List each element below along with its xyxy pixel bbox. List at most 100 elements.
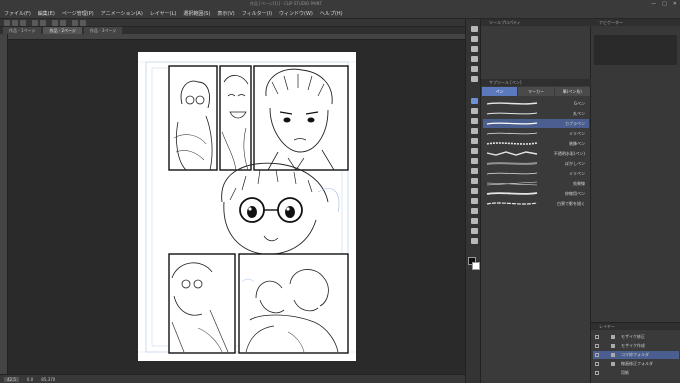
brush-item[interactable]: ミリペン xyxy=(483,129,589,138)
visibility-icon[interactable] xyxy=(595,353,599,357)
brush-name: Gペン xyxy=(573,101,585,106)
fill-tool-icon[interactable] xyxy=(469,167,479,175)
brush-item[interactable]: 枠線用ペン xyxy=(483,189,589,198)
invert-selection-icon[interactable] xyxy=(80,20,86,26)
menu-view[interactable]: 表示(V) xyxy=(217,10,234,17)
gradient-tool-icon[interactable] xyxy=(469,177,479,185)
layer-panel: レイヤー モザイク修正 モザイク作成 コマ枠フォルダ 線画修正フォルダ 用紙 xyxy=(591,322,680,383)
hand-tool-icon[interactable] xyxy=(469,35,479,43)
brush-name: ミリペン xyxy=(569,131,585,136)
redo-icon[interactable] xyxy=(40,20,46,26)
airbrush-tool-icon[interactable] xyxy=(469,127,479,135)
navigator-preview[interactable] xyxy=(594,35,677,65)
visibility-icon[interactable] xyxy=(595,344,599,348)
folder-icon xyxy=(611,353,615,357)
brush-item[interactable]: Gペン xyxy=(483,99,589,108)
brush-stroke-preview xyxy=(486,181,538,186)
blend-tool-icon[interactable] xyxy=(469,157,479,165)
eraser-tool-icon[interactable] xyxy=(469,147,479,155)
visibility-icon[interactable] xyxy=(595,371,599,375)
auto-select-tool-icon[interactable] xyxy=(469,65,479,73)
folder-icon xyxy=(611,362,615,366)
title-bar: 作品 [ページ(1)] - CLIP STUDIO PAINT — □ ✕ xyxy=(0,0,680,8)
property-header: ツールプロパティ xyxy=(481,19,591,26)
tab-page-1[interactable]: 作品 - 1ページ xyxy=(3,27,42,34)
decoration-tool-icon[interactable] xyxy=(469,137,479,145)
new-file-icon[interactable] xyxy=(4,20,10,26)
clear-icon[interactable] xyxy=(52,20,58,26)
cursor-coords: 85,370 xyxy=(41,376,56,382)
transform-icon[interactable] xyxy=(60,20,66,26)
sub-color[interactable] xyxy=(472,262,480,270)
maximize-button[interactable]: □ xyxy=(662,1,667,7)
brush-tool-icon[interactable] xyxy=(469,117,479,125)
brush-stroke-preview xyxy=(486,112,538,115)
brush-name: ミリペン xyxy=(569,171,585,176)
menu-filter[interactable]: フィルター(I) xyxy=(242,10,272,17)
brush-item[interactable]: ミリペン xyxy=(483,169,589,178)
manga-page[interactable] xyxy=(138,52,356,361)
tab-brush-pen[interactable]: 筆(ペン系) xyxy=(554,87,590,96)
figure-tool-icon[interactable] xyxy=(469,187,479,195)
minimize-button[interactable]: — xyxy=(651,1,656,7)
brush-item[interactable]: ぼかしペン xyxy=(483,159,589,168)
ruler-left xyxy=(0,34,8,374)
menu-page[interactable]: ページ管理(P) xyxy=(62,10,94,17)
undo-icon[interactable] xyxy=(32,20,38,26)
balloon-tool-icon[interactable] xyxy=(469,217,479,225)
object-tool-icon[interactable] xyxy=(469,45,479,53)
frame-tool-icon[interactable] xyxy=(469,197,479,205)
layer-row[interactable]: 線画修正フォルダ xyxy=(593,360,679,368)
layer-row[interactable]: モザイク修正 xyxy=(593,333,679,341)
pen-tool-icon[interactable] xyxy=(469,97,479,105)
zoom-tool-icon[interactable] xyxy=(469,25,479,33)
menu-edit[interactable]: 編集(E) xyxy=(38,10,55,17)
tab-page-2[interactable]: 作品 - 2ページ xyxy=(43,27,82,34)
menu-layer[interactable]: レイヤー(L) xyxy=(150,10,177,17)
menu-selection[interactable]: 選択範囲(S) xyxy=(183,10,210,17)
menu-window[interactable]: ウィンドウ(W) xyxy=(279,10,313,17)
layer-row[interactable]: コマ枠フォルダ xyxy=(593,351,679,359)
pencil-tool-icon[interactable] xyxy=(469,107,479,115)
brush-item[interactable]: 効果線 xyxy=(483,179,589,188)
tab-page-3[interactable]: 作品 - 3ページ xyxy=(83,27,123,34)
brush-stroke-preview xyxy=(486,192,538,195)
brush-stroke-preview xyxy=(486,151,538,156)
brush-name: ぼかしペン xyxy=(565,161,585,166)
ruler-tool-icon[interactable] xyxy=(469,237,479,245)
layer-row[interactable]: 用紙 xyxy=(593,369,679,377)
menu-animation[interactable]: アニメーション(A) xyxy=(101,10,143,17)
brush-item[interactable]: 丸ペン xyxy=(483,109,589,118)
brush-item[interactable]: カブラペン xyxy=(483,119,589,128)
deselect-icon[interactable] xyxy=(72,20,78,26)
text-tool-icon[interactable] xyxy=(469,207,479,215)
layer-row[interactable]: モザイク作成 xyxy=(593,342,679,350)
brush-stroke-preview xyxy=(486,172,538,175)
subtool-tabs: ペン マーカー 筆(ペン系) xyxy=(482,87,590,96)
close-button[interactable]: ✕ xyxy=(673,1,677,7)
tab-pen[interactable]: ペン xyxy=(482,87,518,96)
save-icon[interactable] xyxy=(20,20,26,26)
visibility-icon[interactable] xyxy=(595,335,599,339)
menu-file[interactable]: ファイル(F) xyxy=(4,10,31,17)
layer-name: モザイク作成 xyxy=(621,343,645,348)
brush-item[interactable]: 不透明水彩(ペン) xyxy=(483,149,589,158)
zoom-value[interactable]: 42.5 xyxy=(4,376,19,382)
brush-name: カブラペン xyxy=(565,121,585,126)
color-swatch[interactable] xyxy=(468,257,480,271)
layer-name: 線画修正フォルダ xyxy=(621,361,653,366)
brush-stroke-preview xyxy=(486,122,538,125)
selection-tool-icon[interactable] xyxy=(469,55,479,63)
tab-marker[interactable]: マーカー xyxy=(518,87,554,96)
folder-icon xyxy=(611,335,615,339)
open-icon[interactable] xyxy=(12,20,18,26)
menu-help[interactable]: ヘルプ(H) xyxy=(320,10,343,17)
correct-line-tool-icon[interactable] xyxy=(469,227,479,235)
brush-item[interactable]: 装飾ペン xyxy=(483,139,589,148)
brush-item[interactable]: 白黒で影を描く xyxy=(483,199,589,208)
brush-stroke-preview xyxy=(486,162,538,165)
rotation-value[interactable]: 0.0 xyxy=(27,377,33,382)
tool-palette xyxy=(465,19,481,383)
visibility-icon[interactable] xyxy=(595,362,599,366)
eyedropper-tool-icon[interactable] xyxy=(469,75,479,83)
